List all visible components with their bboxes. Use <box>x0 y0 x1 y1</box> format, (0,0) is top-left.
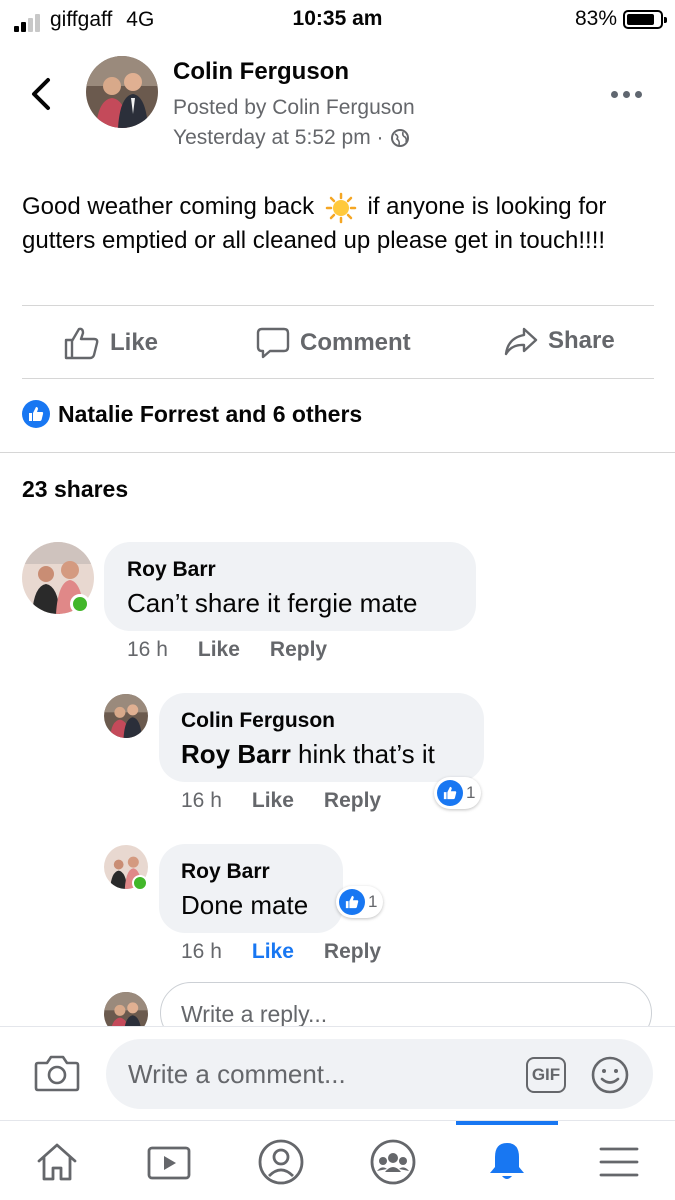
reply-like-button[interactable]: Like <box>252 940 294 964</box>
reaction-count-chip[interactable]: 1 <box>336 886 384 918</box>
divider <box>22 378 654 379</box>
like-label: Like <box>110 329 159 356</box>
comment-input[interactable]: Write a comment... <box>106 1039 653 1109</box>
like-reaction-icon <box>437 780 463 806</box>
post-actions: Like Comment Share <box>0 318 675 370</box>
battery-percent: 83% <box>574 7 617 30</box>
emoji-icon[interactable] <box>590 1055 630 1100</box>
back-icon[interactable] <box>26 74 56 114</box>
comment-meta: 16 h Like Reply <box>127 638 327 662</box>
post-text: Good weather coming back if anyone is lo… <box>22 190 662 258</box>
profile-icon[interactable] <box>256 1137 306 1187</box>
reaction-count-chip[interactable]: 1 <box>434 777 482 809</box>
reply-avatar[interactable] <box>104 694 148 738</box>
share-icon <box>504 327 538 356</box>
reaction-count: 1 <box>466 783 476 802</box>
status-time: 10:35 am <box>292 7 383 30</box>
like-button[interactable]: Like <box>64 326 158 360</box>
status-bar: giffgaff 4G 10:35 am 83% <box>0 0 675 40</box>
comment-author[interactable]: Roy Barr <box>127 558 216 582</box>
menu-icon[interactable] <box>594 1137 644 1187</box>
timestamp-text: Yesterday at 5:52 pm · <box>173 126 384 149</box>
reaction-count: 1 <box>368 892 378 911</box>
tab-bar <box>0 1120 675 1200</box>
reactions-summary[interactable]: Natalie Forrest and 6 others <box>22 400 362 428</box>
reply-reply-button[interactable]: Reply <box>324 940 381 964</box>
gif-button[interactable]: GIF <box>526 1057 566 1093</box>
comment-icon <box>256 327 290 359</box>
reply-time: 16 h <box>181 789 222 812</box>
reply-reply-button[interactable]: Reply <box>324 789 381 813</box>
reply-meta: 16 h Like Reply <box>181 789 381 813</box>
comment-like-button[interactable]: Like <box>198 638 240 662</box>
post-author[interactable]: Colin Ferguson <box>173 58 349 86</box>
groups-icon[interactable] <box>368 1137 418 1187</box>
post-timestamp: Yesterday at 5:52 pm · <box>173 126 410 150</box>
watch-icon[interactable] <box>144 1137 194 1187</box>
comment-button[interactable]: Comment <box>256 326 411 360</box>
sun-emoji-icon <box>325 192 357 223</box>
active-tab-indicator <box>456 1121 558 1125</box>
post-text-part1: Good weather coming back <box>22 193 315 220</box>
reply-text-body: hink that’s it <box>290 739 435 769</box>
author-avatar[interactable] <box>86 56 158 128</box>
reply-meta: 16 h Like Reply <box>181 940 381 964</box>
battery-icon <box>623 9 667 29</box>
thumbs-up-icon <box>64 327 99 360</box>
share-button[interactable]: Share <box>504 326 615 356</box>
camera-icon[interactable] <box>34 1053 80 1098</box>
reply-text: Done mate <box>181 890 309 920</box>
reply-author[interactable]: Colin Ferguson <box>181 709 335 733</box>
reply-text: Roy Barr hink that’s it <box>181 739 435 770</box>
home-icon[interactable] <box>32 1137 82 1187</box>
posted-by: Posted by Colin Ferguson <box>173 96 415 119</box>
online-status-icon <box>70 594 90 614</box>
shares-count[interactable]: 23 shares <box>22 476 128 503</box>
share-label: Share <box>548 327 615 354</box>
status-right: 83% <box>574 7 667 31</box>
divider <box>22 305 654 306</box>
reply-like-button[interactable]: Like <box>252 789 294 813</box>
mention[interactable]: Roy Barr <box>181 739 291 769</box>
reactions-text: Natalie Forrest and 6 others <box>58 400 363 427</box>
like-reaction-icon <box>22 400 50 428</box>
reply-time: 16 h <box>181 940 222 963</box>
comment-composer: Write a comment... GIF <box>0 1026 675 1120</box>
comment-time: 16 h <box>127 638 168 661</box>
notifications-icon[interactable] <box>482 1137 532 1187</box>
battery-fill <box>627 13 654 25</box>
like-reaction-icon <box>339 889 365 915</box>
reply-author[interactable]: Roy Barr <box>181 860 270 884</box>
comment-label: Comment <box>300 329 411 356</box>
globe-icon <box>390 129 409 147</box>
more-options-icon[interactable] <box>611 84 647 104</box>
comment-text: Can’t share it fergie mate <box>127 588 418 618</box>
online-status-icon <box>132 875 148 891</box>
comment-reply-button[interactable]: Reply <box>270 638 327 662</box>
divider <box>0 452 675 453</box>
